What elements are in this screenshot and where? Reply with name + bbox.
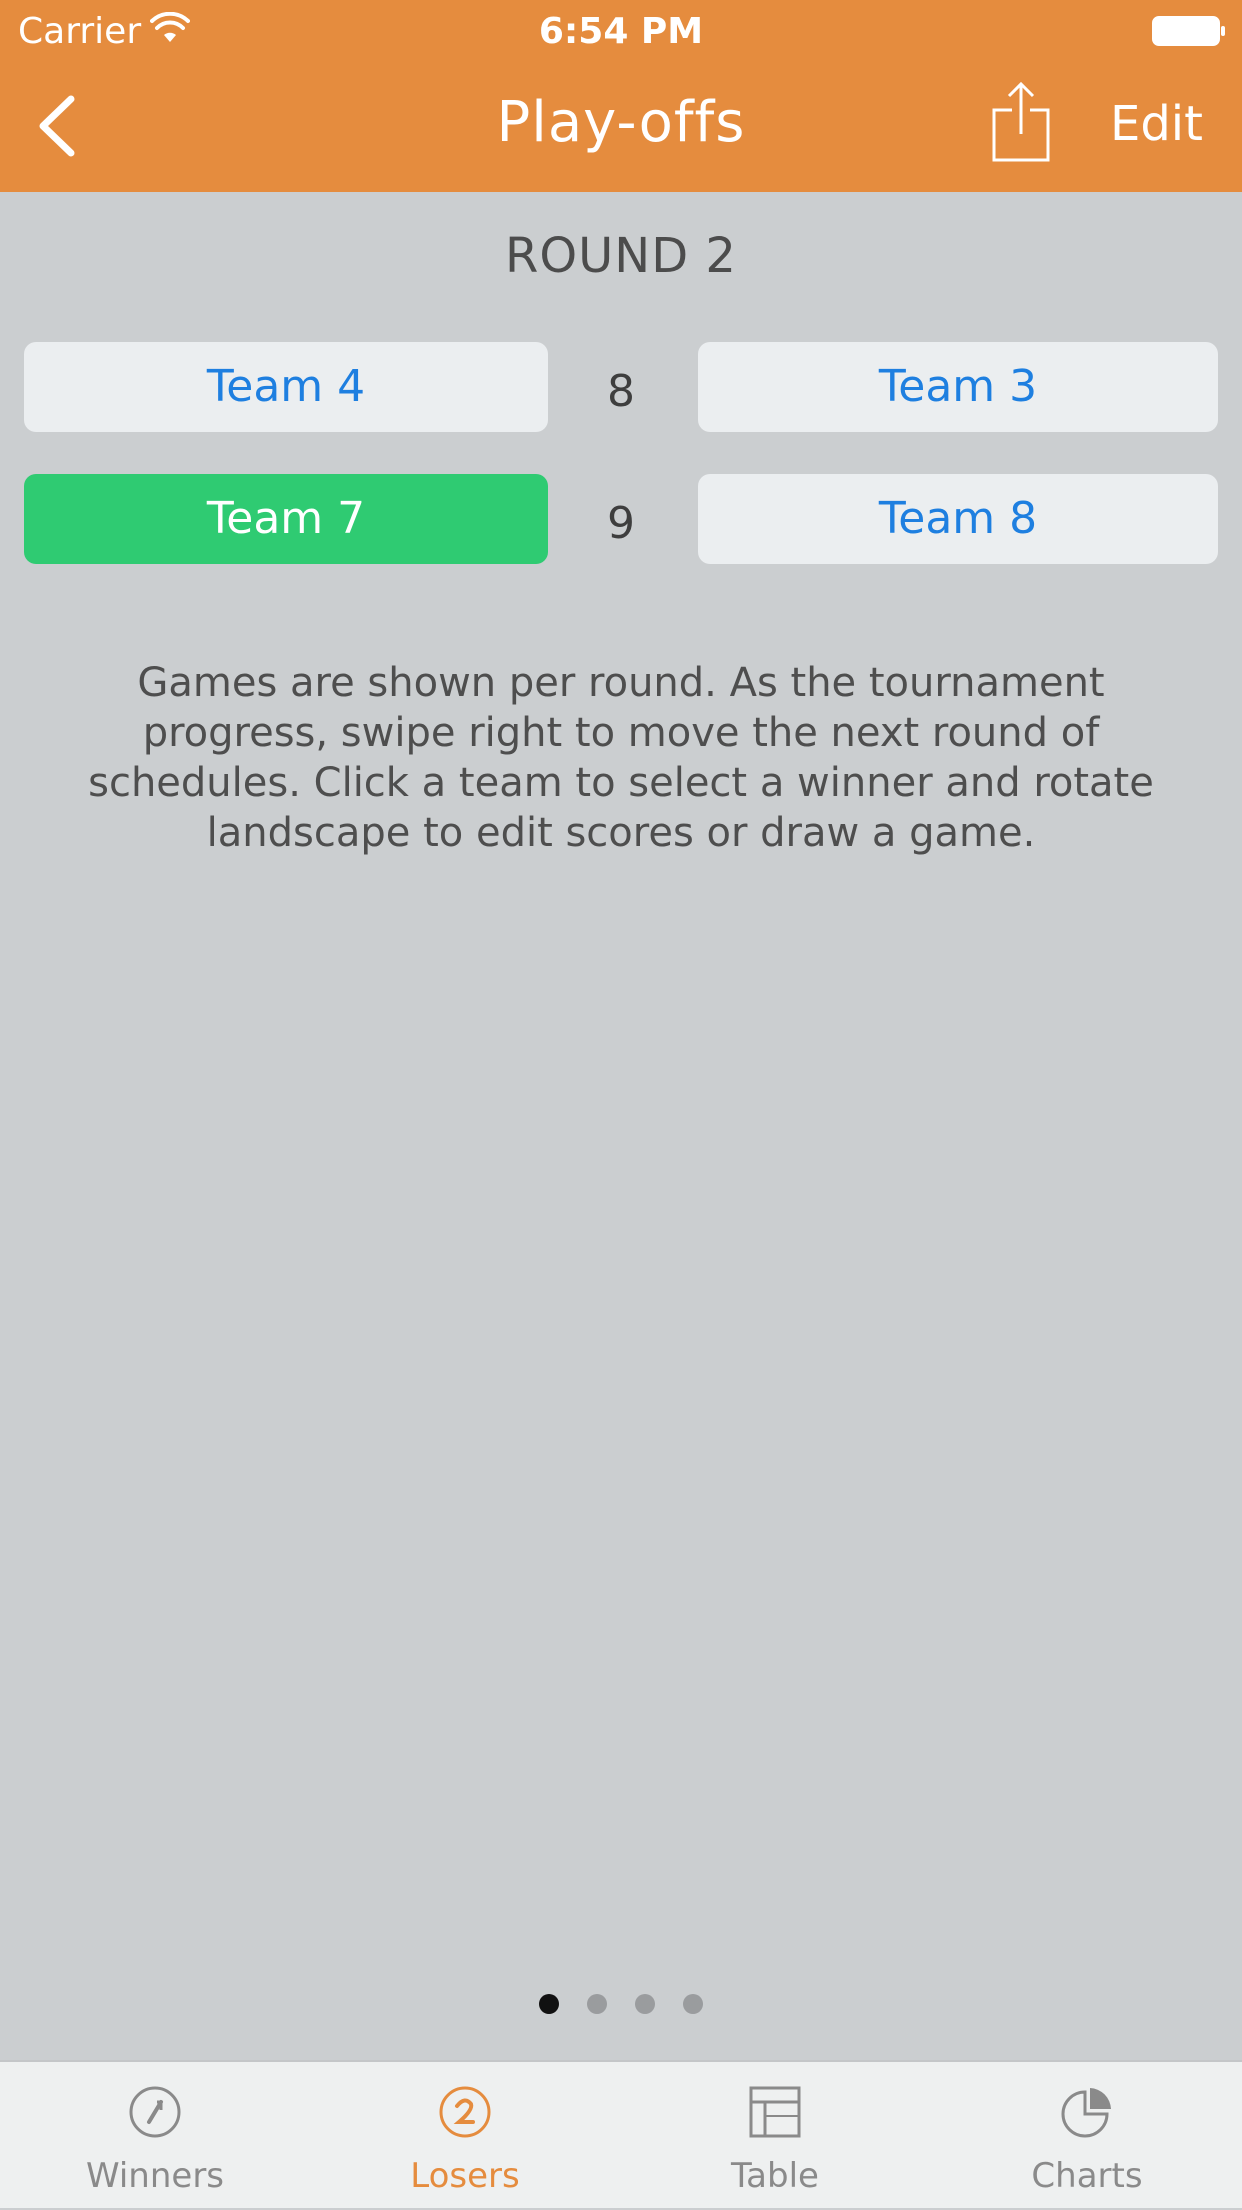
game-number: 9 (607, 498, 635, 549)
tab-label: Table (731, 2156, 819, 2196)
tab-label: Charts (1031, 2156, 1143, 2196)
page-title: Play-offs (496, 90, 746, 155)
tab-losers[interactable]: Losers (310, 2062, 620, 2210)
status-time: 6:54 PM (538, 11, 704, 52)
edit-button[interactable]: Edit (1110, 94, 1203, 154)
page-dot-active[interactable] (539, 1994, 559, 2014)
tab-label: Winners (85, 2156, 225, 2196)
winners-bracket-icon (129, 2086, 181, 2138)
help-text: Games are shown per round. As the tourna… (88, 660, 1154, 856)
tab-table[interactable]: Table (620, 2062, 930, 2210)
page-dot[interactable] (635, 1994, 655, 2014)
team-button-away[interactable]: Team 3 (698, 342, 1218, 432)
team-button-away[interactable]: Team 8 (698, 474, 1218, 564)
pie-chart-icon (1061, 2088, 1111, 2138)
tab-charts[interactable]: Charts (932, 2062, 1242, 2210)
team-button-home[interactable]: Team 4 (24, 342, 548, 432)
table-icon (749, 2086, 801, 2138)
page-indicator[interactable] (0, 1994, 1242, 2014)
tab-winners[interactable]: Winners (0, 2062, 310, 2210)
top-bar: Carrier 6:54 PM Play-offs Edit (0, 0, 1242, 192)
share-icon[interactable] (990, 80, 1052, 164)
game-number: 8 (607, 366, 635, 417)
losers-bracket-icon (439, 2086, 491, 2138)
page-dot[interactable] (587, 1994, 607, 2014)
tab-bar: Winners Losers Table Charts (0, 2060, 1242, 2208)
round-title: ROUND 2 (505, 228, 737, 284)
tab-label: Losers (410, 2156, 520, 2196)
page-dot[interactable] (683, 1994, 703, 2014)
team-button-home-winner[interactable]: Team 7 (24, 474, 548, 564)
battery-icon (1152, 16, 1225, 46)
